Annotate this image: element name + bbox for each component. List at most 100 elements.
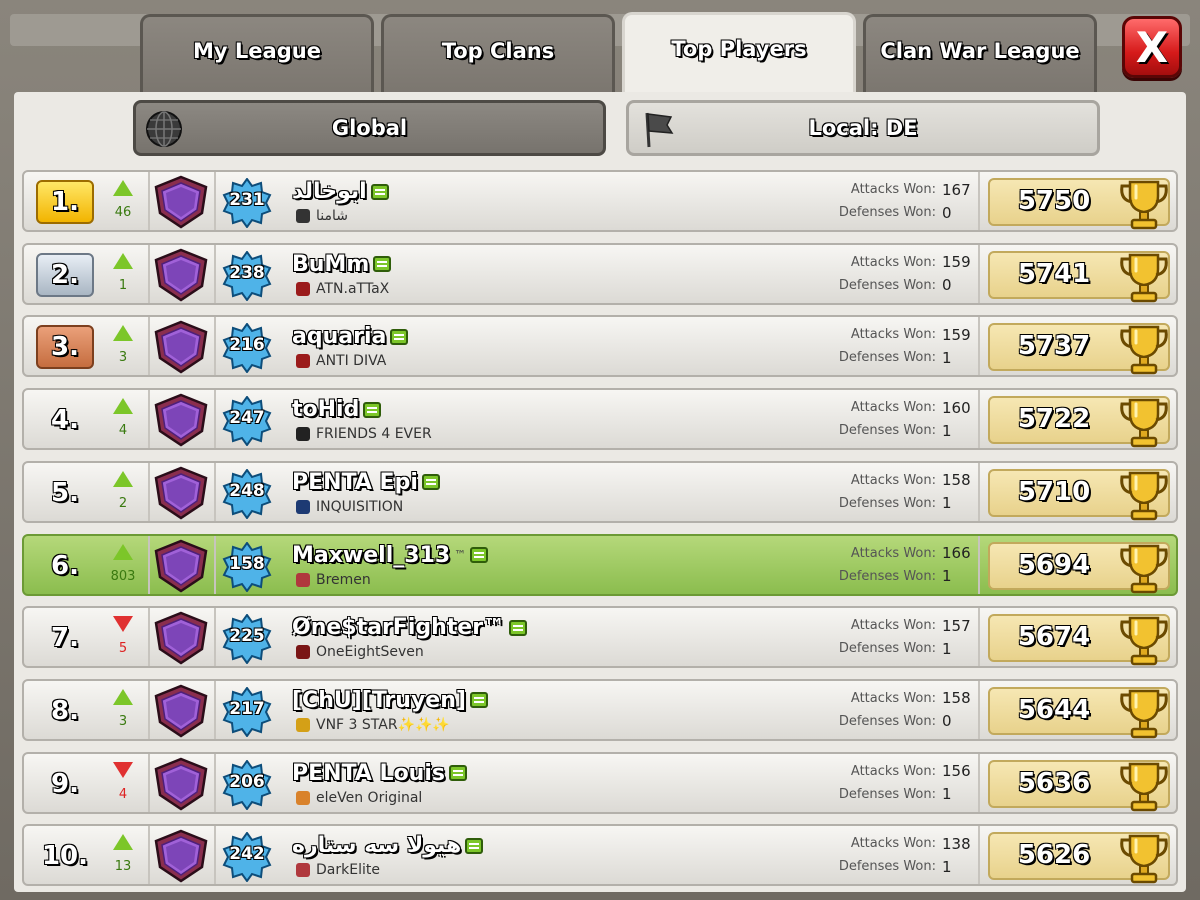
player-info-icon[interactable] bbox=[465, 837, 484, 854]
trophy-count: 5644 bbox=[1017, 694, 1091, 725]
rank-badge: 2. bbox=[36, 252, 94, 297]
defenses-won-label: Defenses Won: bbox=[838, 786, 936, 802]
defenses-won-value: 0 bbox=[942, 276, 952, 295]
local-filter-button[interactable]: Local: DE bbox=[626, 100, 1100, 156]
trophy-icon bbox=[1120, 689, 1168, 739]
player-row[interactable]: 10. 13 242 هيولا سه ستاره DarkElite Atta… bbox=[22, 824, 1178, 887]
player-info-icon[interactable] bbox=[469, 692, 488, 709]
attacks-won-label: Attacks Won: bbox=[850, 618, 936, 634]
player-name-text: ابوخالد bbox=[292, 179, 367, 204]
rank-change: 3 bbox=[118, 713, 128, 729]
player-stats: Attacks Won: 138 Defenses Won: 1 bbox=[764, 832, 974, 878]
trophy-icon bbox=[1120, 835, 1168, 884]
clan-name: Bremen bbox=[316, 571, 371, 588]
attacks-won-label: Attacks Won: bbox=[850, 182, 936, 197]
trophy-count: 5710 bbox=[1017, 476, 1091, 507]
player-info-icon[interactable] bbox=[370, 183, 389, 200]
tab-my-league[interactable]: My League bbox=[140, 14, 374, 94]
player-row[interactable]: 2. 1 238 BuMm ATN.aTTaX Attacks Won: 159 … bbox=[22, 242, 1178, 305]
player-name: PENTA Louis bbox=[292, 761, 467, 786]
attacks-won-value: 158 bbox=[942, 471, 971, 490]
divider bbox=[214, 680, 216, 739]
player-info-icon[interactable] bbox=[363, 401, 382, 418]
divider bbox=[214, 244, 216, 303]
defenses-won-label: Defenses Won: bbox=[838, 423, 936, 439]
clan-info: VNF 3 STAR✨✨✨ bbox=[296, 717, 450, 733]
player-row[interactable]: 7. 5 225 Øne$tarFighter™ OneEightSeven A… bbox=[22, 606, 1178, 669]
clan-name: OneEightSeven bbox=[316, 644, 424, 661]
player-row[interactable]: 8. 3 217 [ChU][Truyen] VNF 3 STAR✨✨✨ Att… bbox=[22, 678, 1178, 741]
player-name-text: aquaria bbox=[292, 324, 387, 350]
tab-label: Top Clans bbox=[441, 39, 555, 63]
attacks-won-value: 159 bbox=[942, 253, 971, 272]
player-row[interactable]: 5. 2 248 PENTA Epi INQUISITION Attacks W… bbox=[22, 460, 1178, 523]
divider bbox=[978, 244, 980, 303]
divider bbox=[214, 535, 216, 594]
trophy-count-box: 5694 bbox=[988, 541, 1170, 593]
legend-league-shield-icon bbox=[154, 829, 208, 883]
trophy-icon bbox=[1120, 762, 1168, 811]
player-info-icon[interactable] bbox=[373, 256, 392, 273]
divider bbox=[978, 826, 980, 885]
tab-top-players[interactable]: Top Players bbox=[622, 12, 856, 98]
experience-level: 206 bbox=[229, 771, 265, 792]
attacks-won-value: 167 bbox=[942, 180, 971, 199]
defenses-won-label: Defenses Won: bbox=[838, 859, 936, 875]
divider bbox=[978, 753, 980, 812]
defenses-won-value: 1 bbox=[942, 348, 952, 367]
clan-info: INQUISITION bbox=[296, 499, 403, 515]
leaderboard-window: My League Top Clans Top Players Clan War… bbox=[0, 0, 1200, 900]
clan-badge-icon bbox=[296, 717, 310, 732]
trademark-mark: ™ bbox=[454, 548, 467, 562]
player-name-text: Maxwell_313 bbox=[292, 542, 451, 568]
global-filter-button[interactable]: Global bbox=[133, 100, 606, 156]
rank-up-arrow-icon bbox=[110, 832, 136, 854]
clan-badge-icon bbox=[296, 209, 310, 223]
player-info-icon[interactable] bbox=[448, 765, 467, 782]
clan-name: FRIENDS 4 EVER bbox=[316, 426, 432, 443]
trophy-icon bbox=[1120, 253, 1168, 302]
tab-top-clans[interactable]: Top Clans bbox=[381, 14, 615, 94]
trophy-count: 5636 bbox=[1017, 767, 1091, 798]
legend-league-shield-icon bbox=[154, 321, 208, 374]
experience-level: 216 bbox=[229, 335, 265, 356]
attacks-won-value: 156 bbox=[942, 762, 971, 781]
tab-clan-war-league[interactable]: Clan War League bbox=[863, 14, 1097, 94]
player-stats: Attacks Won: 156 Defenses Won: 1 bbox=[764, 760, 974, 806]
attacks-won-value: 157 bbox=[942, 616, 971, 635]
close-icon: X bbox=[1135, 22, 1169, 72]
legend-league-shield-icon bbox=[154, 466, 208, 520]
attacks-won-label: Attacks Won: bbox=[850, 690, 936, 706]
attacks-won-label: Attacks Won: bbox=[850, 545, 936, 561]
legend-league-shield-icon bbox=[154, 175, 208, 229]
divider bbox=[978, 608, 980, 667]
trophy-count: 5737 bbox=[1017, 331, 1091, 362]
defenses-won-value: 0 bbox=[942, 203, 952, 222]
clan-info: ATN.aTTaX bbox=[296, 281, 389, 297]
globe-icon bbox=[146, 111, 182, 147]
trophy-icon bbox=[1120, 180, 1168, 230]
player-row[interactable]: 6. 803 158 Maxwell_313 ™ Bremen Attacks … bbox=[22, 533, 1178, 596]
close-button[interactable]: X bbox=[1122, 16, 1182, 78]
rank-change: 2 bbox=[118, 495, 128, 511]
player-info-icon[interactable] bbox=[509, 619, 528, 636]
rank-badge: 3. bbox=[36, 325, 94, 370]
legend-league-shield-icon bbox=[154, 393, 208, 447]
player-row[interactable]: 4. 4 247 toHid FRIENDS 4 EVER Attacks Wo… bbox=[22, 388, 1178, 451]
attacks-won-value: 160 bbox=[942, 398, 971, 417]
player-name-text: toHid bbox=[292, 397, 360, 423]
player-name: هيولا سه ستاره bbox=[292, 833, 484, 858]
player-row[interactable]: 1. 46 231 ابوخالد شامنا Attacks Won: 167 … bbox=[22, 170, 1178, 232]
defenses-won-label: Defenses Won: bbox=[838, 713, 936, 729]
defenses-won-label: Defenses Won: bbox=[838, 495, 936, 511]
player-info-icon[interactable] bbox=[470, 547, 489, 563]
divider bbox=[214, 462, 216, 521]
experience-level: 247 bbox=[229, 408, 265, 429]
player-row[interactable]: 9. 4 206 PENTA Louis eleVen Original Att… bbox=[22, 751, 1178, 814]
player-row[interactable]: 3. 3 216 aquaria ANTI DIVA Attacks Won: 1… bbox=[22, 315, 1178, 378]
player-info-icon[interactable] bbox=[390, 328, 409, 345]
player-stats: Attacks Won: 158 Defenses Won: 1 bbox=[764, 469, 974, 515]
rank-badge: 8. bbox=[51, 695, 79, 726]
clan-badge-icon bbox=[296, 499, 310, 514]
player-info-icon[interactable] bbox=[421, 474, 440, 491]
